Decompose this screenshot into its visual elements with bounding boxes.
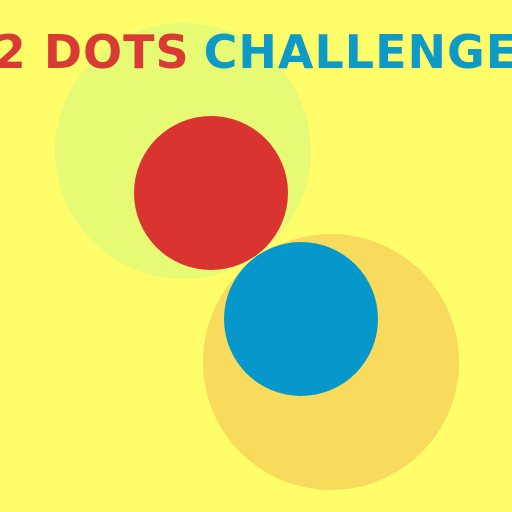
title-part-2-dots: 2 DOTS [0,25,190,79]
title-part-challenge: CHALLENGE [203,25,512,79]
red-dot[interactable] [134,116,288,270]
game-title: 2 DOTS CHALLENGE [0,26,512,78]
blue-dot[interactable] [224,242,378,396]
